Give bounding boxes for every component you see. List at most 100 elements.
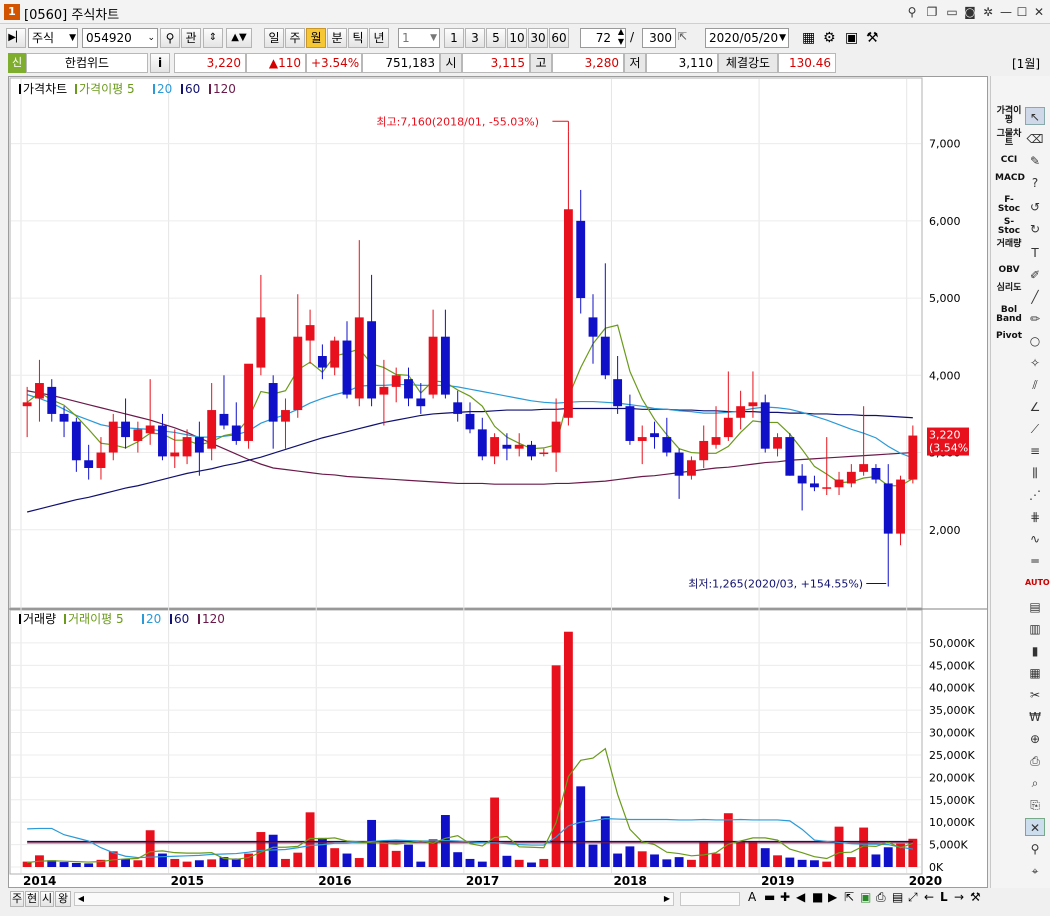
info-button[interactable]: i [150,53,170,73]
chart-canvas[interactable]: 20142015201620172018201920202,0003,0004,… [9,77,987,888]
brush-icon[interactable]: ✐ [1025,266,1045,284]
expand-icon[interactable]: ⇱ [678,30,687,43]
count-10-button[interactable]: 10 [507,28,527,48]
excel-export-icon[interactable]: ▣ [860,890,871,904]
save-icon[interactable]: ▣ [845,30,858,46]
document-icon[interactable]: ▥ [1025,620,1045,638]
period-day-button[interactable]: 일 [264,28,284,48]
zoom-slider[interactable] [680,892,740,906]
magnifier-icon[interactable]: ⌕ [1025,774,1045,792]
tools-icon[interactable]: ⚒ [866,30,879,46]
layout-l-icon[interactable]: L [940,890,948,904]
indicator-macd[interactable]: MACD [995,174,1025,194]
indicator-bollinger[interactable]: Bol Band [995,306,1023,326]
zoom-icon[interactable]: ⊕ [1025,730,1045,748]
bar-chart-icon[interactable]: ▮ [1025,642,1045,660]
grid-line-icon[interactable]: ⋕ [1025,508,1045,526]
wave-icon[interactable]: ∿ [1025,530,1045,548]
horizontal-line-icon[interactable]: ═ [1025,552,1045,570]
arrow-left-icon[interactable]: ← [924,890,934,904]
retracement-icon[interactable]: ≡ [1025,442,1045,460]
arrow-right-icon[interactable]: → [954,890,964,904]
period-year-button[interactable]: 년 [369,28,389,48]
count-3-button[interactable]: 3 [465,28,485,48]
prev-icon[interactable]: ◀ [796,890,805,904]
channel-icon[interactable]: ⫽ [1025,376,1045,394]
indicator-s-stoc[interactable]: S-Stoc [995,218,1023,238]
next-icon[interactable]: ▶ [828,890,837,904]
stock-code-input[interactable]: 054920 ⌄ [82,28,158,48]
period-week-button[interactable]: 주 [285,28,305,48]
search-icon[interactable]: ⚲ [160,28,180,48]
camera-icon[interactable]: ◙ [962,4,978,20]
tab-week[interactable]: 주 [10,891,24,907]
count-60-button[interactable]: 60 [549,28,569,48]
help-icon[interactable]: ? [1025,174,1045,192]
zoom-out-icon[interactable]: ▬ [764,890,775,904]
chart-area[interactable]: 20142015201620172018201920202,0003,0004,… [8,76,988,888]
indicator-net-chart[interactable]: 그물차트 [995,130,1023,150]
market-select[interactable]: 주식 ▼ [28,28,78,48]
updown-stepper[interactable]: ▲▼ [226,28,252,48]
zoom-in-icon[interactable]: ✚ [780,890,790,904]
date-picker[interactable]: 2020/05/20 ▼ [705,28,789,48]
scroll-right-icon[interactable]: ▶ [661,893,673,905]
count-30-button[interactable]: 30 [528,28,548,48]
total-count-input[interactable]: 300 [642,28,676,48]
cycle-icon[interactable]: ⫼ [1025,464,1045,482]
gear-icon[interactable]: ✲ [980,4,996,20]
fan-icon[interactable]: ⟋ [1025,420,1045,438]
minimize-icon[interactable]: — [998,4,1014,20]
interest-button[interactable]: 관 [181,28,201,48]
table-icon[interactable]: ▦ [1025,664,1045,682]
horizontal-scrollbar[interactable]: ◀ ▶ [74,892,674,906]
indicator-price-ma[interactable]: 가격이평 [995,107,1023,127]
close-icon[interactable]: ✕ [1031,4,1047,20]
tab-king[interactable]: 왕 [55,891,71,907]
gann-icon[interactable]: ∠ [1025,398,1045,416]
print-icon[interactable]: ⎙ [1025,752,1045,770]
scroll-left-icon[interactable]: ◀ [75,893,87,905]
indicator-psychology[interactable]: 심리도 [995,284,1023,304]
copy-icon[interactable]: ❐ [924,4,940,20]
export-icon[interactable]: ⎘ [1025,796,1045,814]
restore-icon[interactable]: ⤢ [908,890,918,905]
text-icon[interactable]: T [1025,244,1045,262]
tab-current[interactable]: 현 [25,891,39,907]
tab-time[interactable]: 시 [40,891,54,907]
window-icon[interactable]: ▭ [944,4,960,20]
font-icon[interactable]: A [748,890,756,904]
redo-icon[interactable]: ↻ [1025,220,1045,238]
indicator-f-stoc[interactable]: F-Stoc [995,196,1023,216]
speed-line-icon[interactable]: ⋰ [1025,486,1045,504]
fit-icon[interactable]: ⇱ [844,890,854,904]
link-icon[interactable]: ⇕ [203,28,223,48]
count-5-button[interactable]: 5 [486,28,506,48]
window-layout-icon[interactable]: ▤ [1025,598,1045,616]
stop-icon[interactable]: ■ [812,890,823,904]
period-month-button[interactable]: 월 [306,28,326,48]
eraser-icon[interactable]: ⌫ [1025,130,1045,148]
indicator-pivot[interactable]: Pivot [995,332,1023,344]
indicator-obv[interactable]: OBV [995,266,1023,278]
excel-icon[interactable]: ✕ [1025,818,1045,836]
crosshair-icon[interactable]: ⌖ [1025,862,1045,880]
period-minute-button[interactable]: 분 [327,28,347,48]
page-icon[interactable]: ▤ [892,890,903,904]
indicator-volume[interactable]: 거래량 [995,240,1023,260]
search-icon[interactable]: ⚲ [1025,840,1045,858]
settings-icon[interactable]: ⚒ [970,890,981,904]
chart-type-icon[interactable]: ▦ [802,30,815,46]
count-stepper[interactable]: 72 ▲ ▼ [580,27,626,48]
marker-icon[interactable]: ✏ [1025,310,1045,328]
period-tick-button[interactable]: 틱 [348,28,368,48]
circle-icon[interactable]: ○ [1025,332,1045,350]
wrench-icon[interactable]: ✂ [1025,686,1045,704]
line-icon[interactable]: ╱ [1025,288,1045,306]
cursor-icon[interactable]: ↖ [1025,107,1045,125]
print-icon[interactable]: ⎙ [876,890,886,905]
count-1-button[interactable]: 1 [444,28,464,48]
auto-icon[interactable]: AUTO [1025,574,1050,592]
star-icon[interactable]: ✧ [1025,354,1045,372]
undo-icon[interactable]: ↺ [1025,198,1045,216]
